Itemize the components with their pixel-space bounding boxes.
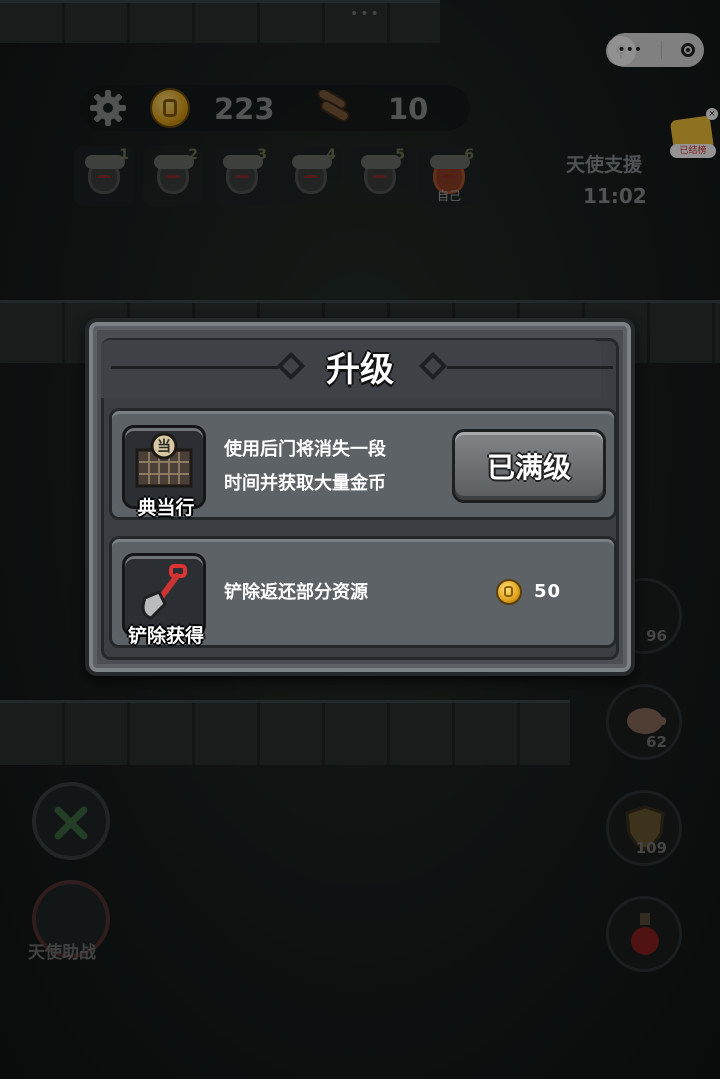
shovel-name: 铲除获得	[127, 625, 204, 647]
max-level-button[interactable]: 已满级	[452, 429, 606, 503]
shovel-desc: 铲除返还部分资源	[224, 582, 368, 603]
pawnshop-name: 典当行	[137, 497, 195, 519]
pawnshop-row: 当 典当行 使用后门将消失一段 时间并获取大量金币 已满级	[109, 408, 617, 520]
modal-title: 升级	[326, 350, 394, 390]
shovel-refund-amount: 50	[534, 581, 562, 602]
pawnshop-desc-line2: 时间并获取大量金币	[224, 473, 386, 494]
pawnshop-desc-line1: 使用后门将消失一段	[224, 439, 386, 460]
gold-coin-icon	[496, 579, 522, 605]
shovel-icon	[141, 564, 187, 620]
svg-text:当: 当	[157, 438, 171, 455]
shovel-row: 铲除获得 铲除返还部分资源 50	[109, 536, 617, 648]
pawnshop-building-icon: 当	[135, 432, 193, 488]
upgrade-modal: 升级 当 典当行 使用后门将消失一段 时间并获取大量金币 已满级 铲除获得 铲除…	[85, 318, 635, 676]
